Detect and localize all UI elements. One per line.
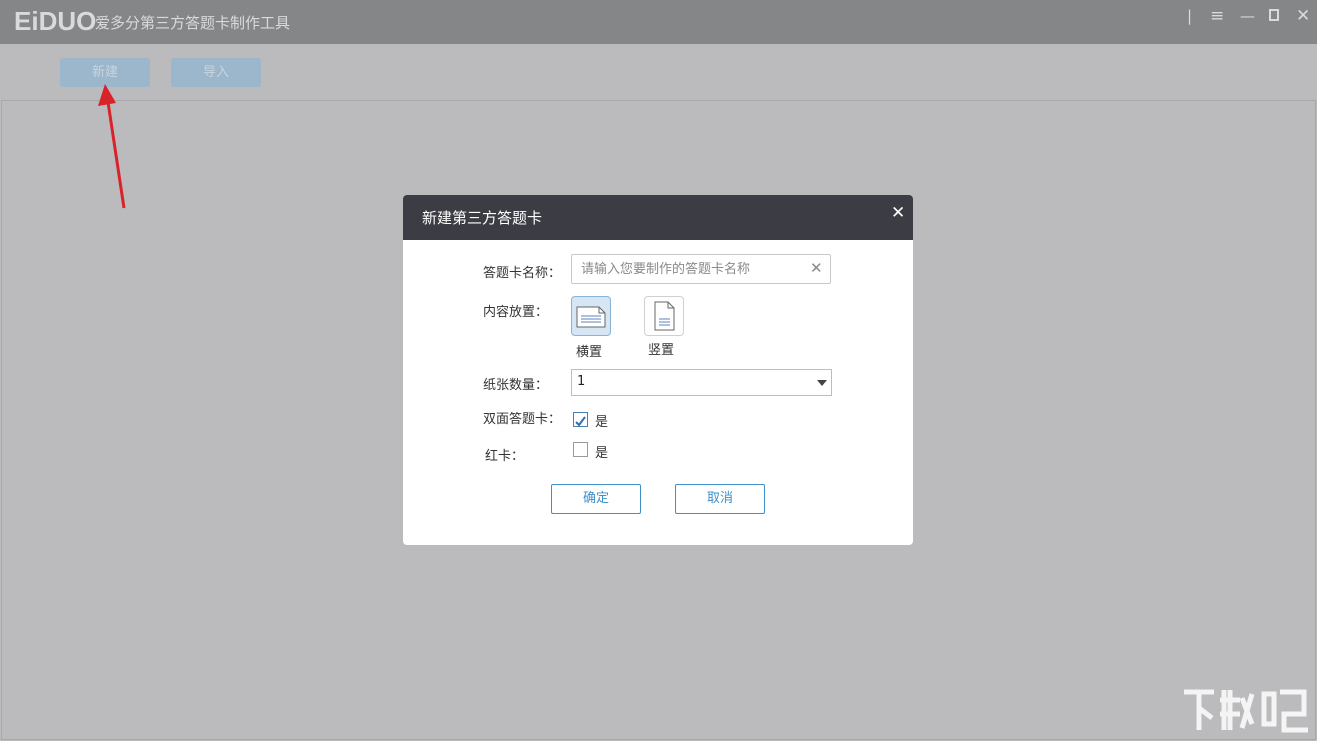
- layout-landscape-option[interactable]: [571, 296, 611, 336]
- double-sided-label: 双面答题卡：: [483, 412, 562, 427]
- dialog-title: 新建第三方答题卡: [422, 209, 543, 227]
- confirm-button[interactable]: 确定: [551, 484, 641, 514]
- dialog-header: 新建第三方答题卡 ✕: [403, 195, 913, 240]
- clear-input-icon[interactable]: ✕: [810, 259, 823, 277]
- annotation-arrow-icon: [98, 84, 126, 209]
- title-bar: EiDUO 爱多分第三方答题卡制作工具 | ≡ — ✕: [0, 0, 1317, 44]
- dialog-close-icon[interactable]: ✕: [891, 203, 905, 223]
- close-window-icon[interactable]: ✕: [1296, 8, 1310, 25]
- maximize-icon[interactable]: [1268, 8, 1280, 24]
- layout-landscape-label: 横置: [576, 345, 603, 360]
- app-logo: EiDUO: [14, 6, 97, 36]
- portrait-page-icon: [654, 301, 675, 331]
- chevron-down-icon: [817, 380, 827, 386]
- card-name-input[interactable]: [572, 255, 811, 283]
- menu-icon[interactable]: ≡: [1210, 8, 1224, 25]
- double-sided-checkbox[interactable]: [573, 412, 588, 427]
- red-card-option-label: 是: [595, 446, 609, 461]
- card-name-label: 答题卡名称：: [483, 266, 562, 281]
- new-card-dialog: 新建第三方答题卡 ✕ 答题卡名称： ✕ 内容放置： 横置 竖置 纸张数量： 1 …: [403, 195, 913, 545]
- paper-count-label: 纸张数量：: [483, 378, 549, 393]
- card-name-field: ✕: [571, 254, 831, 284]
- landscape-page-icon: [576, 306, 606, 328]
- toolbar: 新建 导入: [0, 44, 1317, 100]
- app-title: 爱多分第三方答题卡制作工具: [95, 14, 291, 32]
- red-card-label: 红卡：: [485, 449, 525, 464]
- separator-icon: |: [1187, 7, 1193, 25]
- layout-label: 内容放置：: [483, 305, 549, 320]
- layout-portrait-option[interactable]: [644, 296, 684, 336]
- red-card-checkbox[interactable]: [573, 442, 588, 457]
- cancel-button[interactable]: 取消: [675, 484, 765, 514]
- minimize-icon[interactable]: —: [1240, 8, 1255, 24]
- paper-count-value: 1: [577, 374, 586, 389]
- layout-portrait-label: 竖置: [648, 343, 675, 358]
- checkmark-icon: [575, 416, 586, 427]
- import-button[interactable]: 导入: [171, 58, 261, 87]
- watermark-logo-icon: [1184, 689, 1308, 733]
- double-sided-option-label: 是: [595, 415, 609, 430]
- paper-count-select[interactable]: 1: [571, 369, 832, 396]
